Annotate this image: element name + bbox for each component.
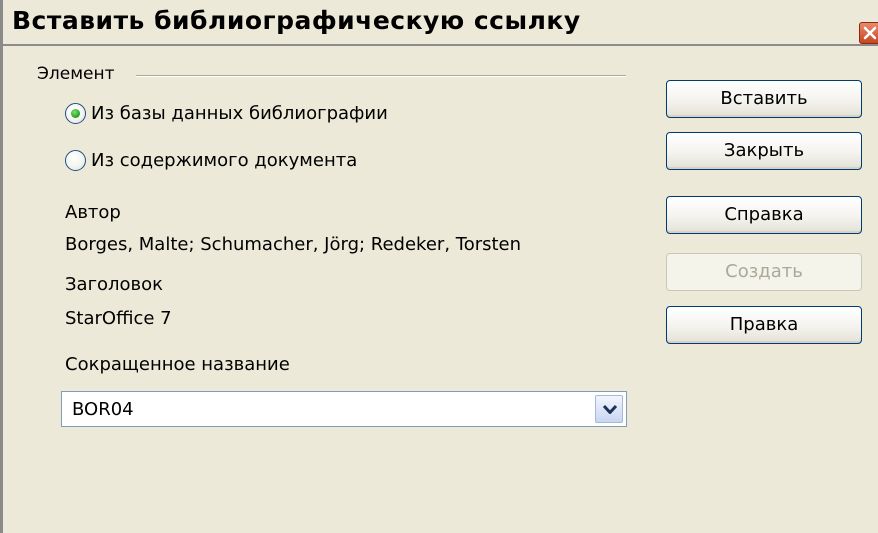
- edit-button[interactable]: Правка: [666, 306, 862, 344]
- radio-from-document-content[interactable]: Из содержимого документа: [65, 148, 357, 172]
- radio-label: Из базы данных библиографии: [91, 102, 388, 124]
- short-name-value: BOR04: [72, 399, 134, 420]
- insert-bibliography-dialog: Вставить библиографическую ссылку Элемен…: [0, 0, 878, 533]
- close-window-button[interactable]: [859, 22, 878, 44]
- title-bar[interactable]: Вставить библиографическую ссылку: [3, 0, 878, 46]
- title-label: Заголовок: [65, 274, 164, 295]
- radio-label: Из содержимого документа: [91, 149, 358, 171]
- help-button[interactable]: Справка: [666, 196, 862, 234]
- dropdown-button[interactable]: [595, 395, 623, 423]
- radio-button-selected[interactable]: [65, 102, 86, 124]
- group-separator: [136, 75, 626, 77]
- radio-from-bibliography-database[interactable]: Из базы данных библиографии: [65, 101, 388, 125]
- close-x-icon: [863, 26, 877, 40]
- close-button[interactable]: Закрыть: [666, 132, 862, 170]
- title-value: StarOffice 7: [65, 308, 172, 329]
- chevron-down-icon: [602, 404, 618, 414]
- author-value: Borges, Malte; Schumacher, Jörg; Redeker…: [65, 234, 522, 255]
- create-button: Создать: [666, 253, 862, 291]
- element-group-label: Элемент: [37, 64, 115, 84]
- radio-selected-dot: [71, 108, 80, 118]
- dialog-title: Вставить библиографическую ссылку: [12, 6, 581, 35]
- short-name-label: Сокращенное название: [65, 354, 290, 375]
- short-name-combobox[interactable]: BOR04: [61, 391, 627, 427]
- radio-button-unselected[interactable]: [65, 149, 86, 171]
- author-label: Автор: [65, 202, 121, 223]
- insert-button[interactable]: Вставить: [666, 80, 862, 118]
